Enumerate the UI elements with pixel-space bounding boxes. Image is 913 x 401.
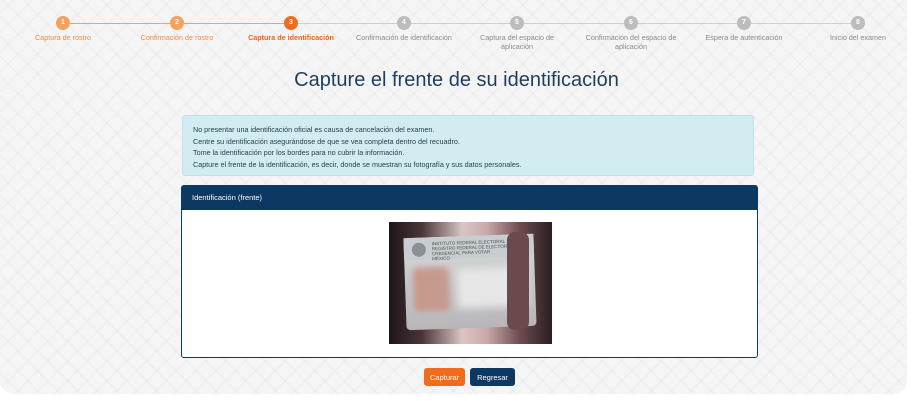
step-5: 5 Captura del espacio de aplicación [469,14,565,51]
instruction-line: Capture el frente de la identificación, … [193,159,522,169]
step-1: 1 Captura de rostro [8,14,118,42]
instruction-line: Tome la identificación por los bordes pa… [193,148,405,158]
step-6: 6 Confirmación del espacio de aplicación [576,14,686,51]
step-number: 4 [397,16,411,30]
step-label: Confirmación de rostro [140,33,214,42]
step-label: Captura de rostro [35,33,91,42]
progress-stepper: 1 Captura de rostro 2 Confirmación de ro… [0,14,907,60]
id-card-header-text: INSTITUTO FEDERAL ELECTORAL REGISTRO FED… [432,238,514,262]
step-label: Captura del espacio de aplicación [480,33,554,51]
step-3: 3 Captura de identificación [236,14,346,42]
step-label: Confirmación de identificación [356,33,452,42]
instructions-alert: No presentar una identificación oficial … [182,115,754,176]
blurred-photo [412,266,450,312]
card-header: Identificación (frente) [182,186,757,210]
back-button[interactable]: Regresar [470,368,515,386]
thumb-shape [507,232,529,330]
step-number: 1 [56,16,70,30]
page-frame: 1 Captura de rostro 2 Confirmación de ro… [0,0,907,394]
camera-preview: INSTITUTO FEDERAL ELECTORAL REGISTRO FED… [389,222,552,344]
capture-button[interactable]: Capturar [424,368,465,386]
step-number: 5 [510,16,524,30]
step-8: 8 Inicio del examen [803,14,907,42]
step-number: 8 [851,16,865,30]
step-label: Captura de identificación [248,33,334,42]
id-capture-card: Identificación (frente) INSTITUTO FEDERA… [181,185,758,358]
step-2: 2 Confirmación de rostro [122,14,232,42]
step-number: 3 [284,16,298,30]
page-title: Capture el frente de su identificación [294,69,619,91]
step-4: 4 Confirmación de identificación [349,14,459,42]
instruction-line: Centre su identificación asegurándose de… [193,136,460,146]
step-7: 7 Espera de autenticación [689,14,799,42]
step-label: Espera de autenticación [705,33,783,42]
step-number: 2 [170,16,184,30]
instruction-line: No presentar una identificación oficial … [193,125,435,134]
step-number: 6 [624,16,638,30]
step-number: 7 [737,16,751,30]
step-label: Confirmación del espacio de aplicación [585,33,677,51]
step-label: Inicio del examen [830,33,886,42]
